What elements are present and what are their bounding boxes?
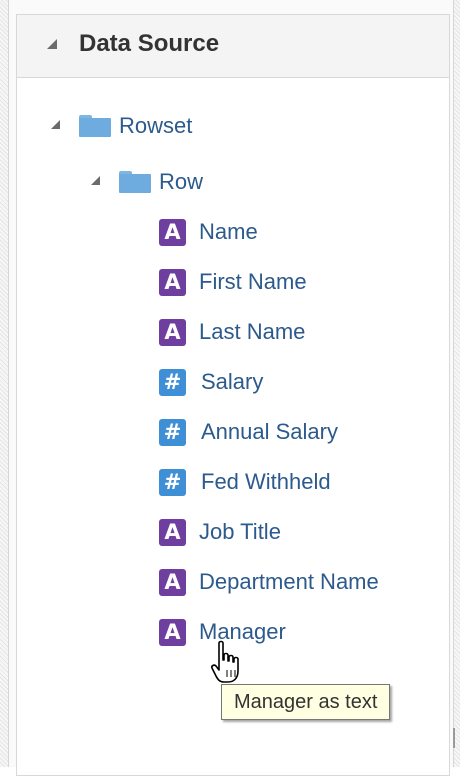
folder-icon bbox=[79, 115, 111, 137]
tree-item-label[interactable]: Name bbox=[199, 219, 258, 245]
left-splitter-handle[interactable] bbox=[0, 0, 9, 767]
text-type-icon: A bbox=[159, 519, 186, 546]
data-source-window: Data Source Rowset Row A Name A First Na… bbox=[0, 0, 460, 776]
text-type-icon: A bbox=[159, 219, 186, 246]
tooltip: Manager as text bbox=[221, 684, 391, 720]
text-type-icon: A bbox=[159, 569, 186, 596]
collapse-triangle-icon[interactable] bbox=[47, 39, 57, 49]
scrollbar-edge[interactable] bbox=[453, 728, 455, 748]
text-type-icon: A bbox=[159, 619, 186, 646]
tree-item-label[interactable]: Last Name bbox=[199, 319, 305, 345]
right-splitter-handle[interactable] bbox=[453, 0, 460, 767]
hand-pointer-cursor-icon bbox=[211, 640, 239, 683]
tree-node-label[interactable]: Rowset bbox=[119, 113, 192, 139]
number-type-icon: # bbox=[159, 469, 186, 496]
folder-icon bbox=[119, 171, 151, 193]
number-type-icon: # bbox=[159, 369, 186, 396]
tree-item-label[interactable]: Annual Salary bbox=[201, 419, 338, 445]
tree-item-label[interactable]: Fed Withheld bbox=[201, 469, 331, 495]
number-type-icon: # bbox=[159, 419, 186, 446]
tree-item-label[interactable]: First Name bbox=[199, 269, 307, 295]
tree-item-label[interactable]: Department Name bbox=[199, 569, 379, 595]
text-type-icon: A bbox=[159, 269, 186, 296]
tree-node-label[interactable]: Row bbox=[159, 169, 203, 195]
tree-item-label[interactable]: Salary bbox=[201, 369, 263, 395]
expand-triangle-icon[interactable] bbox=[91, 176, 100, 185]
text-type-icon: A bbox=[159, 319, 186, 346]
panel-header[interactable]: Data Source bbox=[17, 15, 449, 78]
expand-triangle-icon[interactable] bbox=[51, 120, 60, 129]
tree-item-label[interactable]: Job Title bbox=[199, 519, 281, 545]
panel-title: Data Source bbox=[79, 30, 220, 57]
